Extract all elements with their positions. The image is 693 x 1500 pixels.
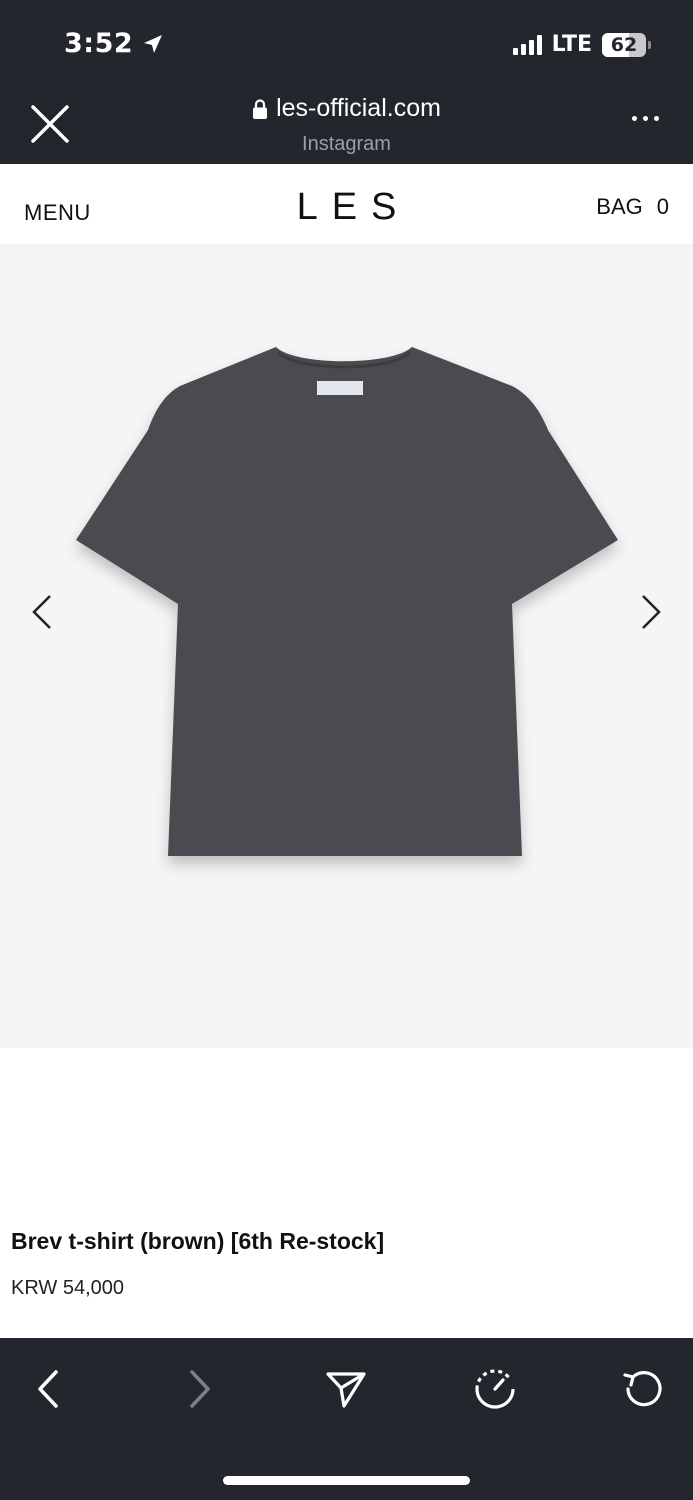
- location-arrow-icon: [144, 34, 163, 53]
- reload-icon: [623, 1371, 662, 1407]
- browser-bottom-toolbar: [0, 1338, 693, 1500]
- site-header: MENU LES BAG 0: [0, 164, 693, 244]
- bag-label: BAG: [596, 194, 643, 219]
- label-tag: [317, 381, 363, 395]
- share-button[interactable]: [323, 1366, 369, 1412]
- network-label: LTE: [551, 32, 592, 57]
- bag-button[interactable]: BAG 0: [596, 194, 669, 220]
- battery-icon: 62: [602, 32, 651, 57]
- back-arrow-icon: [38, 1370, 58, 1408]
- speed-button[interactable]: [472, 1366, 518, 1412]
- cellular-signal-icon: [512, 34, 542, 55]
- more-button[interactable]: [632, 116, 659, 121]
- prev-image-button[interactable]: [28, 594, 58, 630]
- forward-arrow-icon: [190, 1370, 210, 1408]
- lock-icon: [253, 98, 268, 119]
- next-image-button[interactable]: [635, 594, 665, 630]
- chevron-left-icon: [32, 595, 51, 629]
- gauge-icon: [475, 1369, 515, 1409]
- product-price: KRW 54,000: [11, 1277, 125, 1299]
- bag-count: 0: [656, 194, 669, 219]
- more-dots-icon: [632, 116, 637, 121]
- send-icon: [326, 1372, 366, 1408]
- status-time-text: 3:52: [64, 28, 134, 59]
- chevron-right-icon: [642, 595, 661, 629]
- reload-button[interactable]: [620, 1366, 666, 1412]
- product-title[interactable]: Brev t-shirt (brown) [6th Re-stock]: [11, 1228, 384, 1255]
- product-gallery[interactable]: [0, 244, 693, 1048]
- home-indicator[interactable]: [223, 1476, 470, 1485]
- status-time: 3:52: [64, 28, 165, 59]
- url-text: les-official.com: [276, 94, 441, 122]
- product-info: Brev t-shirt (brown) [6th Re-stock] KRW …: [11, 1228, 384, 1300]
- site-logo[interactable]: LES: [0, 186, 693, 229]
- browser-top-chrome: 3:52 LTE 62 les-official.com Instagram: [0, 0, 693, 164]
- forward-button[interactable]: [176, 1366, 222, 1412]
- product-image: [76, 347, 618, 856]
- address-bar[interactable]: les-official.com Instagram: [0, 94, 693, 156]
- status-indicators: LTE 62: [512, 32, 651, 57]
- battery-percent: 62: [610, 33, 638, 56]
- back-button[interactable]: [26, 1366, 72, 1412]
- url-source: Instagram: [302, 132, 391, 155]
